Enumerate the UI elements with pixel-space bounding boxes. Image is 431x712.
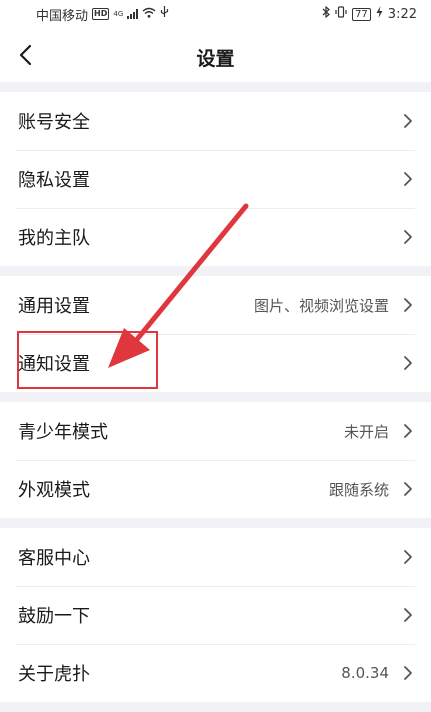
row-label: 账号安全	[18, 112, 90, 133]
row-label: 通用设置	[18, 296, 90, 317]
row-customer-service[interactable]: 客服中心	[0, 528, 431, 586]
settings-group-account: 账号安全 隐私设置 我的主队	[0, 92, 431, 266]
row-general-settings[interactable]: 通用设置 图片、视频浏览设置	[0, 276, 431, 334]
chevron-right-icon	[403, 607, 413, 623]
row-label: 青少年模式	[18, 422, 108, 443]
row-label: 关于虎扑	[18, 664, 90, 685]
row-encourage[interactable]: 鼓励一下	[0, 586, 431, 644]
chevron-right-icon	[403, 171, 413, 187]
usb-icon	[160, 6, 169, 22]
row-value: 图片、视频浏览设置	[253, 296, 389, 315]
carrier-name: 中国移动	[36, 8, 89, 24]
chevron-right-icon	[403, 297, 413, 313]
battery-icon: 77	[352, 7, 371, 21]
settings-group-general: 通用设置 图片、视频浏览设置 通知设置	[0, 276, 431, 392]
settings-group-support: 客服中心 鼓励一下 关于虎扑 8.0.34	[0, 528, 431, 702]
row-my-home-team[interactable]: 我的主队	[0, 208, 431, 266]
row-label: 通知设置	[18, 354, 90, 375]
chevron-right-icon	[403, 549, 413, 565]
nav-header: 设置	[0, 28, 431, 82]
settings-group-modes: 青少年模式 未开启 外观模式 跟随系统	[0, 402, 431, 518]
row-value: 8.0.34	[341, 664, 389, 682]
vibrate-icon	[335, 6, 347, 22]
hd-icon: HD	[92, 8, 110, 20]
row-teen-mode[interactable]: 青少年模式 未开启	[0, 402, 431, 460]
row-label: 鼓励一下	[18, 606, 90, 627]
wifi-icon	[142, 7, 156, 22]
row-value: 跟随系统	[328, 480, 389, 499]
chevron-right-icon	[403, 423, 413, 439]
row-label: 外观模式	[18, 480, 90, 501]
status-bar: 中国移动 HD 4G 77 3:22	[0, 0, 431, 28]
signal-icon	[127, 9, 139, 19]
chevron-right-icon	[403, 665, 413, 681]
row-account-security[interactable]: 账号安全	[0, 92, 431, 150]
bluetooth-icon	[322, 5, 330, 22]
network-type: 4G	[113, 10, 124, 18]
page-title: 设置	[196, 48, 235, 70]
chevron-right-icon	[403, 481, 413, 497]
charging-icon	[376, 6, 383, 22]
chevron-right-icon	[403, 229, 413, 245]
row-appearance-mode[interactable]: 外观模式 跟随系统	[0, 460, 431, 518]
row-label: 我的主队	[18, 228, 90, 249]
row-notification-settings[interactable]: 通知设置	[0, 334, 431, 392]
row-about-hupu[interactable]: 关于虎扑 8.0.34	[0, 644, 431, 702]
row-label: 隐私设置	[18, 170, 90, 191]
settings-page: 中国移动 HD 4G 77 3:22 设置 账号安全 隐私设置 我的主队 通用设…	[0, 0, 431, 712]
chevron-right-icon	[403, 113, 413, 129]
row-label: 客服中心	[18, 548, 90, 569]
row-value: 未开启	[343, 422, 389, 441]
chevron-right-icon	[403, 355, 413, 371]
status-time: 3:22	[387, 6, 417, 22]
row-privacy-settings[interactable]: 隐私设置	[0, 150, 431, 208]
